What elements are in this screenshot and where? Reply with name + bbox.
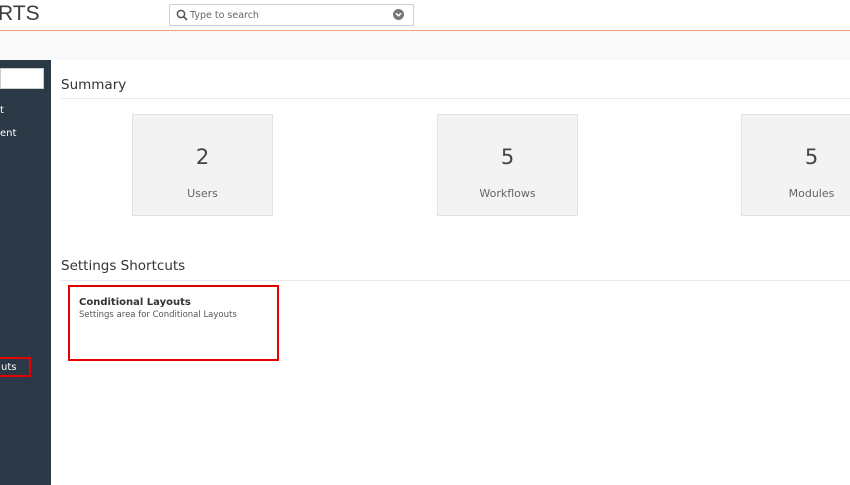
top-bar: RTS Type to search <box>0 0 850 31</box>
sidebar-search-input[interactable] <box>0 68 44 89</box>
app-logo[interactable]: RTS <box>0 2 40 26</box>
stat-value: 5 <box>804 145 819 169</box>
stat-card-workflows[interactable]: 5 Workflows <box>437 114 578 216</box>
search-input[interactable]: Type to search <box>190 5 259 26</box>
stat-value: 2 <box>195 145 210 169</box>
sidebar: t ent uts <box>0 60 51 485</box>
sidebar-item[interactable]: ent <box>0 128 16 139</box>
sidebar-item-conditional-layouts[interactable]: uts <box>0 357 31 377</box>
global-search[interactable]: Type to search <box>169 4 414 26</box>
stat-card-modules[interactable]: 5 Modules <box>741 114 850 216</box>
shortcut-description: Settings area for Conditional Layouts <box>79 310 237 320</box>
stat-card-users[interactable]: 2 Users <box>132 114 273 216</box>
sidebar-item[interactable]: t <box>0 105 4 116</box>
sub-header <box>0 31 850 60</box>
search-icon <box>176 9 188 21</box>
divider <box>61 280 850 281</box>
chevron-down-icon[interactable] <box>393 9 404 20</box>
divider <box>61 98 850 99</box>
shortcut-conditional-layouts[interactable]: Conditional Layouts Settings area for Co… <box>68 285 279 361</box>
stat-label: Modules <box>788 187 835 200</box>
stat-value: 5 <box>500 145 515 169</box>
shortcut-title: Conditional Layouts <box>79 297 191 308</box>
stat-label: Users <box>187 187 218 200</box>
stat-label: Workflows <box>479 187 536 200</box>
summary-title: Summary <box>61 77 127 93</box>
settings-shortcuts-title: Settings Shortcuts <box>61 258 186 274</box>
